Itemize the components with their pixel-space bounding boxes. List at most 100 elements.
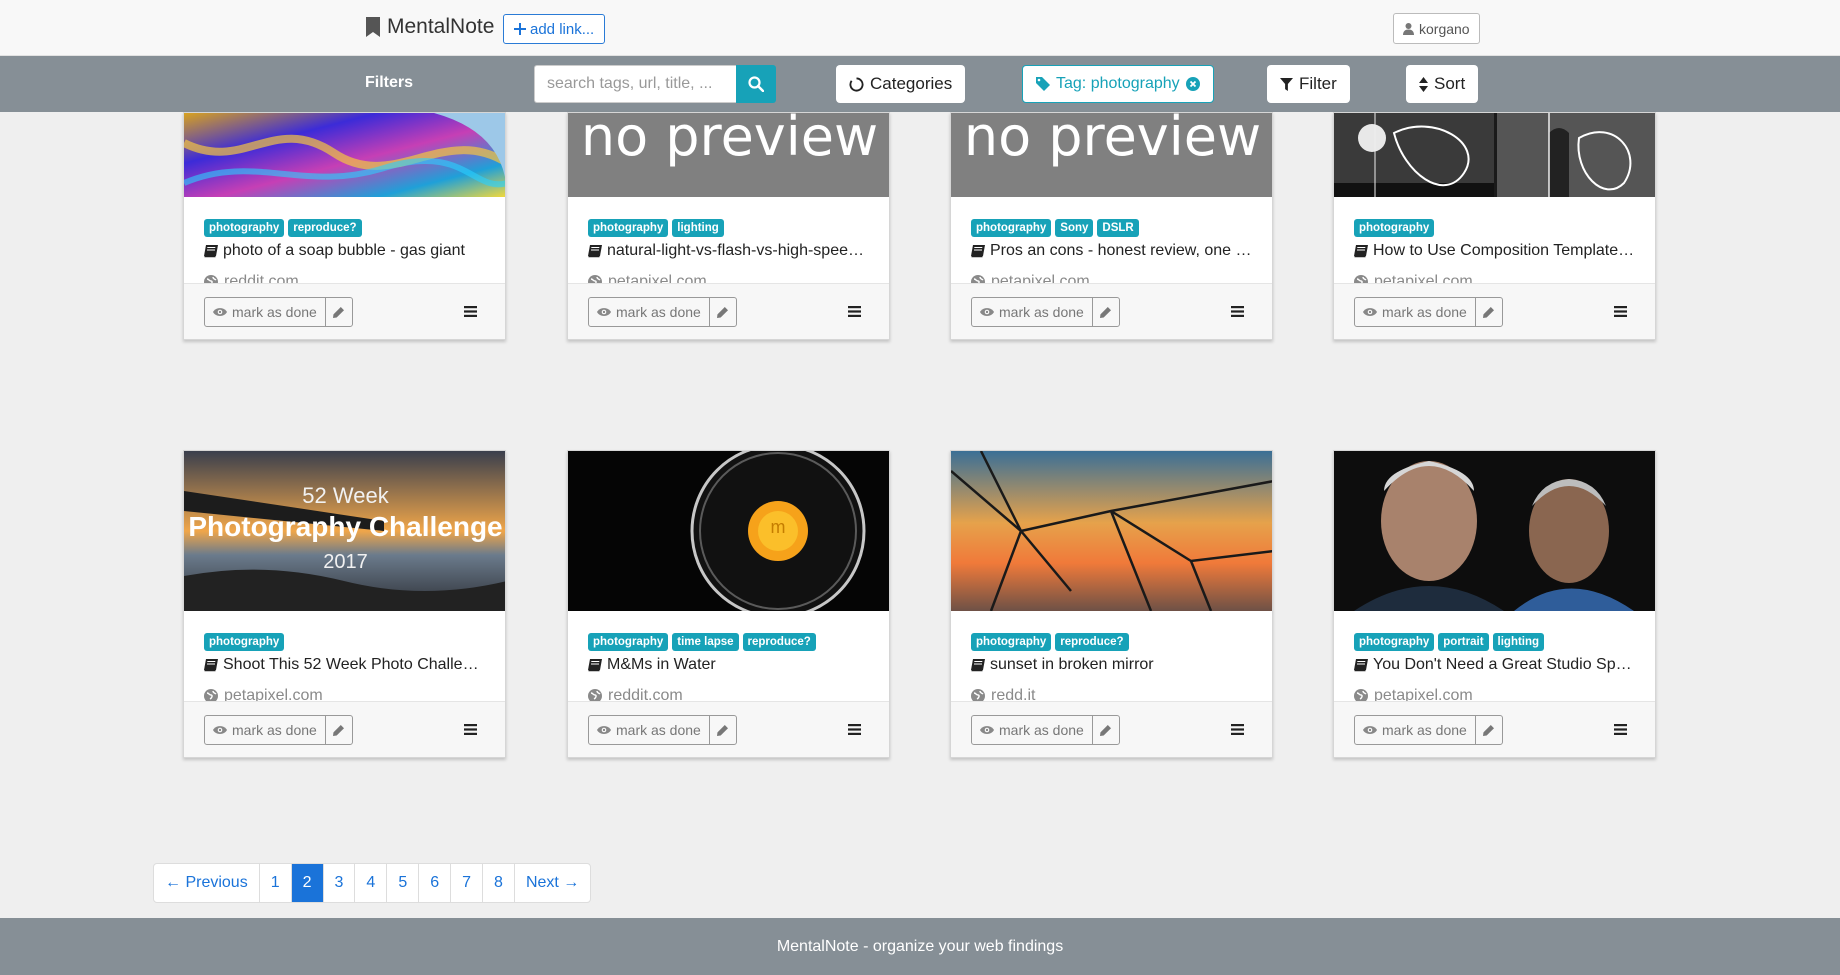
- link-card[interactable]: m photography time lapse reproduce? M&Ms i…: [567, 450, 890, 758]
- book-icon: [588, 245, 602, 258]
- card-thumbnail[interactable]: [1334, 113, 1655, 197]
- card-menu-button[interactable]: [848, 722, 861, 740]
- link-card[interactable]: photography reproduce? photo of a soap bu…: [183, 112, 506, 340]
- book-icon: [971, 659, 985, 672]
- tag-badge[interactable]: lighting: [1492, 633, 1545, 651]
- pagination-page-7[interactable]: 7: [451, 864, 484, 902]
- card-title[interactable]: photo of a soap bubble - gas giant: [204, 242, 487, 260]
- card-title[interactable]: natural-light-vs-flash-vs-high-speed-syn…: [588, 242, 871, 260]
- search-button[interactable]: [736, 65, 776, 103]
- tag-badge[interactable]: reproduce?: [1055, 633, 1129, 651]
- card-thumbnail[interactable]: [1334, 451, 1655, 611]
- remove-tag-icon[interactable]: [1185, 77, 1200, 91]
- mark-as-done-button[interactable]: mark as done: [205, 298, 326, 326]
- user-menu-button[interactable]: korgano: [1393, 13, 1480, 44]
- edit-button[interactable]: [326, 716, 352, 744]
- user-name: korgano: [1419, 20, 1470, 37]
- edit-button[interactable]: [1093, 716, 1119, 744]
- pagination-previous[interactable]: ← Previous: [154, 864, 260, 902]
- tag-badge[interactable]: lighting: [672, 219, 724, 237]
- mark-as-done-button[interactable]: mark as done: [589, 716, 710, 744]
- tag-badge[interactable]: photography: [1354, 633, 1435, 651]
- edit-button[interactable]: [1093, 298, 1119, 326]
- tag-badge[interactable]: DSLR: [1097, 219, 1139, 237]
- filter-button[interactable]: Filter: [1267, 65, 1350, 103]
- mark-as-done-button[interactable]: mark as done: [972, 298, 1093, 326]
- card-menu-button[interactable]: [1231, 722, 1244, 740]
- mark-as-done-button[interactable]: mark as done: [205, 716, 326, 744]
- edit-button[interactable]: [1476, 298, 1502, 326]
- card-thumbnail[interactable]: no preview: [951, 113, 1272, 197]
- pagination-page-6[interactable]: 6: [419, 864, 452, 902]
- pagination-page-2[interactable]: 2: [291, 864, 324, 902]
- sort-label: Sort: [1434, 74, 1466, 93]
- tag-badge[interactable]: portrait: [1438, 633, 1489, 651]
- tag-badge[interactable]: photography: [588, 219, 669, 237]
- tag-badge[interactable]: reproduce?: [742, 633, 816, 651]
- card-title[interactable]: sunset in broken mirror: [971, 656, 1254, 674]
- link-card[interactable]: no preview photography lighting natural-l…: [567, 112, 890, 340]
- pencil-icon: [717, 307, 728, 318]
- card-footer: mark as done: [1334, 701, 1655, 757]
- card-thumbnail[interactable]: 52 Week Photography Challenge 2017: [184, 451, 505, 611]
- sort-button[interactable]: Sort: [1406, 65, 1479, 103]
- footer-text: MentalNote - organize your web findings: [776, 937, 1064, 955]
- book-icon: [588, 659, 602, 672]
- card-menu-button[interactable]: [848, 304, 861, 322]
- card-thumbnail[interactable]: [951, 451, 1272, 611]
- card-title[interactable]: You Don't Need a Great Studio Space for …: [1354, 656, 1637, 674]
- card-thumbnail[interactable]: [184, 113, 505, 197]
- tag-badge[interactable]: Sony: [1055, 219, 1094, 237]
- link-card[interactable]: photography portrait lighting You Don't Ne…: [1333, 450, 1656, 758]
- pagination-page-8[interactable]: 8: [483, 864, 515, 902]
- tag-badge[interactable]: photography: [588, 633, 669, 651]
- card-action-group: mark as done: [971, 297, 1120, 327]
- add-link-button[interactable]: add link...: [503, 14, 606, 44]
- edit-button[interactable]: [710, 298, 736, 326]
- brand[interactable]: MentalNote: [365, 15, 494, 39]
- card-menu-button[interactable]: [464, 304, 477, 322]
- search-input[interactable]: [534, 65, 736, 103]
- card-title[interactable]: How to Use Composition Templates in Phot…: [1354, 242, 1637, 260]
- card-action-group: mark as done: [588, 297, 737, 327]
- edit-button[interactable]: [1476, 716, 1502, 744]
- card-menu-button[interactable]: [464, 722, 477, 740]
- link-card[interactable]: 52 Week Photography Challenge 2017 photo…: [183, 450, 506, 758]
- card-thumbnail[interactable]: m: [568, 451, 889, 611]
- mark-as-done-button[interactable]: mark as done: [972, 716, 1093, 744]
- card-menu-button[interactable]: [1231, 304, 1244, 322]
- tag-badge[interactable]: photography: [1354, 219, 1435, 237]
- spinner-icon: [849, 76, 864, 91]
- categories-button[interactable]: Categories: [836, 65, 966, 103]
- tag-badge[interactable]: photography: [971, 633, 1052, 651]
- card-footer: mark as done: [568, 701, 889, 757]
- card-thumbnail[interactable]: no preview: [568, 113, 889, 197]
- edit-button[interactable]: [710, 716, 736, 744]
- active-tag-filter[interactable]: Tag: photography: [1022, 65, 1214, 103]
- pagination-page-5[interactable]: 5: [387, 864, 420, 902]
- search-icon: [748, 76, 764, 92]
- link-card[interactable]: photography How to Use Composition Templ…: [1333, 112, 1656, 340]
- pagination-page-1[interactable]: 1: [260, 864, 292, 902]
- card-title[interactable]: Shoot This 52 Week Photo Challenge in 20…: [204, 656, 487, 674]
- tag-badge[interactable]: photography: [204, 633, 285, 651]
- mark-as-done-button[interactable]: mark as done: [589, 298, 710, 326]
- card-title-text: How to Use Composition Templates in Phot…: [1373, 242, 1637, 259]
- tag-badge[interactable]: photography: [204, 219, 285, 237]
- edit-button[interactable]: [326, 298, 352, 326]
- pagination-page-3[interactable]: 3: [324, 864, 356, 902]
- card-title[interactable]: Pros an cons - honest review, one year l…: [971, 242, 1254, 260]
- tag-badge[interactable]: time lapse: [672, 633, 739, 651]
- mark-as-done-button[interactable]: mark as done: [1355, 716, 1476, 744]
- link-card[interactable]: photography reproduce? sunset in broken m…: [950, 450, 1273, 758]
- card-menu-button[interactable]: [1614, 304, 1627, 322]
- tag-badge[interactable]: photography: [971, 219, 1052, 237]
- card-menu-button[interactable]: [1614, 722, 1627, 740]
- tag-badge[interactable]: reproduce?: [288, 219, 362, 237]
- mark-as-done-button[interactable]: mark as done: [1355, 298, 1476, 326]
- brand-name: MentalNote: [387, 15, 495, 38]
- card-title[interactable]: M&Ms in Water: [588, 656, 871, 674]
- pagination-page-4[interactable]: 4: [355, 864, 388, 902]
- link-card[interactable]: no preview photography Sony DSLR Pros an c…: [950, 112, 1273, 340]
- pagination-next[interactable]: Next →: [515, 864, 590, 902]
